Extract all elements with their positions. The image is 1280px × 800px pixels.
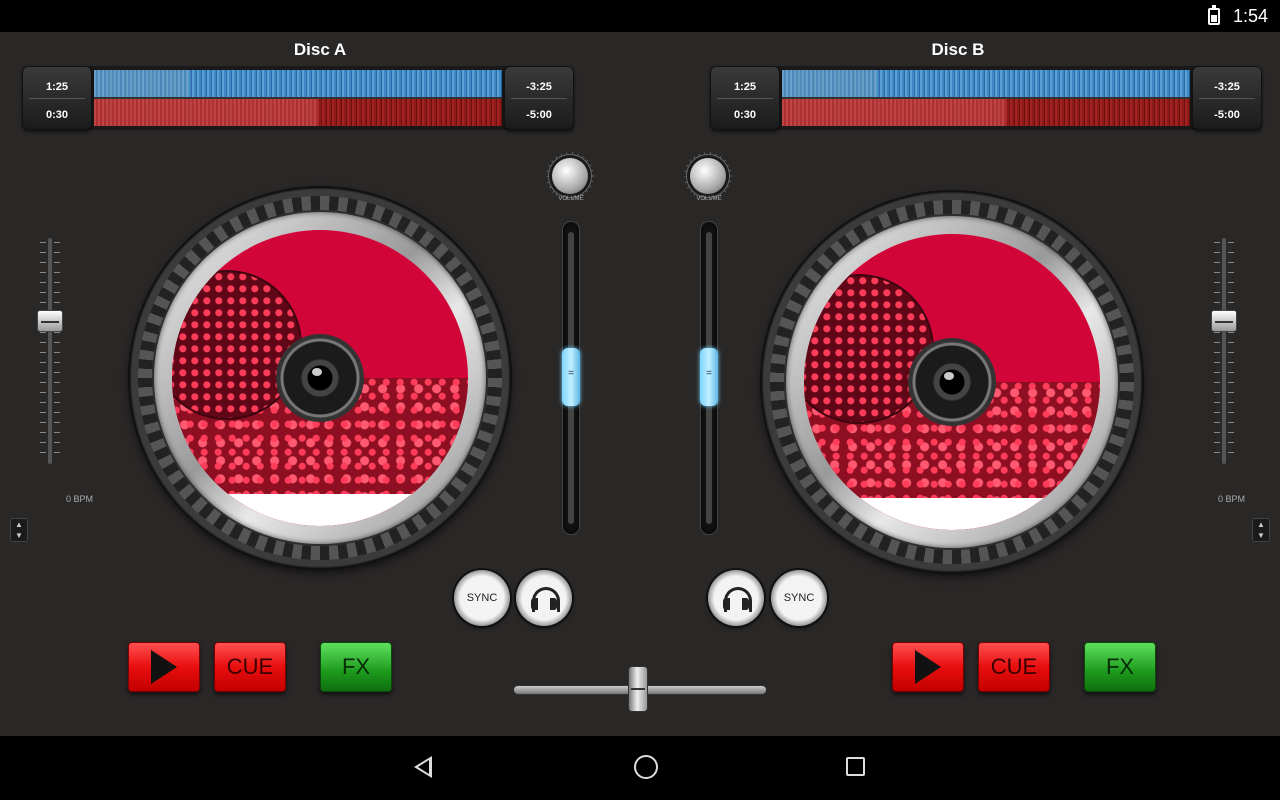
deck-b-pitch-thumb[interactable]: [1211, 310, 1237, 332]
deck-a-turntable[interactable]: [130, 188, 510, 568]
deck-a-play-button[interactable]: [128, 642, 200, 692]
deck-b-platter[interactable]: [804, 234, 1100, 530]
deck-b-play-button[interactable]: [892, 642, 964, 692]
deck-b-elapsed-bottom: 0:30: [733, 109, 757, 121]
deck-a-bpm-readout: 0 BPM: [66, 494, 94, 504]
deck-a-remaining-bottom: -5:00: [526, 109, 552, 121]
nav-home-icon[interactable]: [634, 755, 658, 779]
crossfader[interactable]: [514, 666, 766, 712]
deck-a-elapsed-box: 1:25 0:30: [22, 66, 92, 130]
deck-a-elapsed-top: 1:25: [45, 81, 69, 93]
crossfader-thumb[interactable]: [628, 666, 648, 712]
deck-a-pitch-slider[interactable]: [30, 238, 70, 464]
headphones-icon: [531, 587, 560, 612]
deck-a-fx-button[interactable]: FX: [320, 642, 392, 692]
nav-recents-icon[interactable]: [846, 757, 865, 776]
navigation-bar: [0, 736, 1280, 800]
deck-b-volume-label: VOLUME: [696, 196, 722, 202]
deck-a-sync-button[interactable]: SYNC: [454, 570, 510, 626]
deck-b-bpm-readout: 0 BPM: [1218, 494, 1246, 504]
deck-a-bpm-stepper[interactable]: ▲ ▼: [10, 518, 28, 542]
deck-b-elapsed-top: 1:25: [733, 81, 757, 93]
deck-b-fader-thumb[interactable]: [700, 348, 718, 406]
deck-b-remaining-top: -3:25: [1214, 81, 1240, 93]
deck-a-title: Disc A: [293, 40, 347, 59]
deck-a-volume-knob[interactable]: VOLUME: [546, 152, 596, 204]
dj-mixer-app: Disc A 1:25 0:30 -3:25 -5:00 Disc B 1:25…: [0, 32, 1280, 736]
deck-a-cue-button[interactable]: CUE: [214, 642, 286, 692]
nav-back-icon[interactable]: [414, 756, 432, 778]
deck-a-remaining-top: -3:25: [526, 81, 552, 93]
deck-b-fx-button[interactable]: FX: [1084, 642, 1156, 692]
headphones-icon: [723, 587, 752, 612]
deck-a-channel-fader[interactable]: [562, 222, 580, 534]
deck-a-waveform-panel: 1:25 0:30 -3:25 -5:00: [22, 66, 574, 130]
deck-b-waveform-top-played: [782, 70, 876, 97]
battery-charging-icon: [1208, 5, 1220, 25]
deck-b-spindle: [908, 338, 996, 426]
deck-b-cue-button[interactable]: CUE: [978, 642, 1050, 692]
deck-b-sync-button[interactable]: SYNC: [771, 570, 827, 626]
deck-b-waveform-bottom-played: [782, 99, 1007, 126]
deck-b-elapsed-box: 1:25 0:30: [710, 66, 780, 130]
deck-a-waveform-bottom-played: [94, 99, 319, 126]
deck-a-elapsed-bottom: 0:30: [45, 109, 69, 121]
deck-a-pitch-thumb[interactable]: [37, 310, 63, 332]
deck-b-remaining-box: -3:25 -5:00: [1192, 66, 1262, 130]
deck-a-waveform[interactable]: [94, 70, 502, 126]
play-icon: [915, 650, 941, 684]
deck-b-waveform-panel: 1:25 0:30 -3:25 -5:00: [710, 66, 1262, 130]
deck-b-volume-knob[interactable]: VOLUME: [684, 152, 734, 204]
deck-a-fader-thumb[interactable]: [562, 348, 580, 406]
deck-b-pitch-slider[interactable]: [1204, 238, 1244, 464]
deck-a-spindle: [276, 334, 364, 422]
deck-b-title: Disc B: [931, 40, 985, 59]
deck-b-waveform[interactable]: [782, 70, 1190, 126]
deck-b-turntable[interactable]: [762, 192, 1142, 572]
deck-b-remaining-bottom: -5:00: [1214, 109, 1240, 121]
status-time: 1:54: [1232, 6, 1268, 26]
deck-a-platter[interactable]: [172, 230, 468, 526]
deck-b-channel-fader[interactable]: [700, 222, 718, 534]
deck-a-waveform-top-played: [94, 70, 188, 97]
deck-a-volume-label: VOLUME: [558, 196, 584, 202]
status-bar: 1:54: [0, 0, 1280, 32]
deck-a-headphones-button[interactable]: [516, 570, 572, 626]
play-icon: [151, 650, 177, 684]
deck-a-remaining-box: -3:25 -5:00: [504, 66, 574, 130]
deck-b-bpm-stepper[interactable]: ▲ ▼: [1252, 518, 1270, 542]
deck-b-headphones-button[interactable]: [708, 570, 764, 626]
